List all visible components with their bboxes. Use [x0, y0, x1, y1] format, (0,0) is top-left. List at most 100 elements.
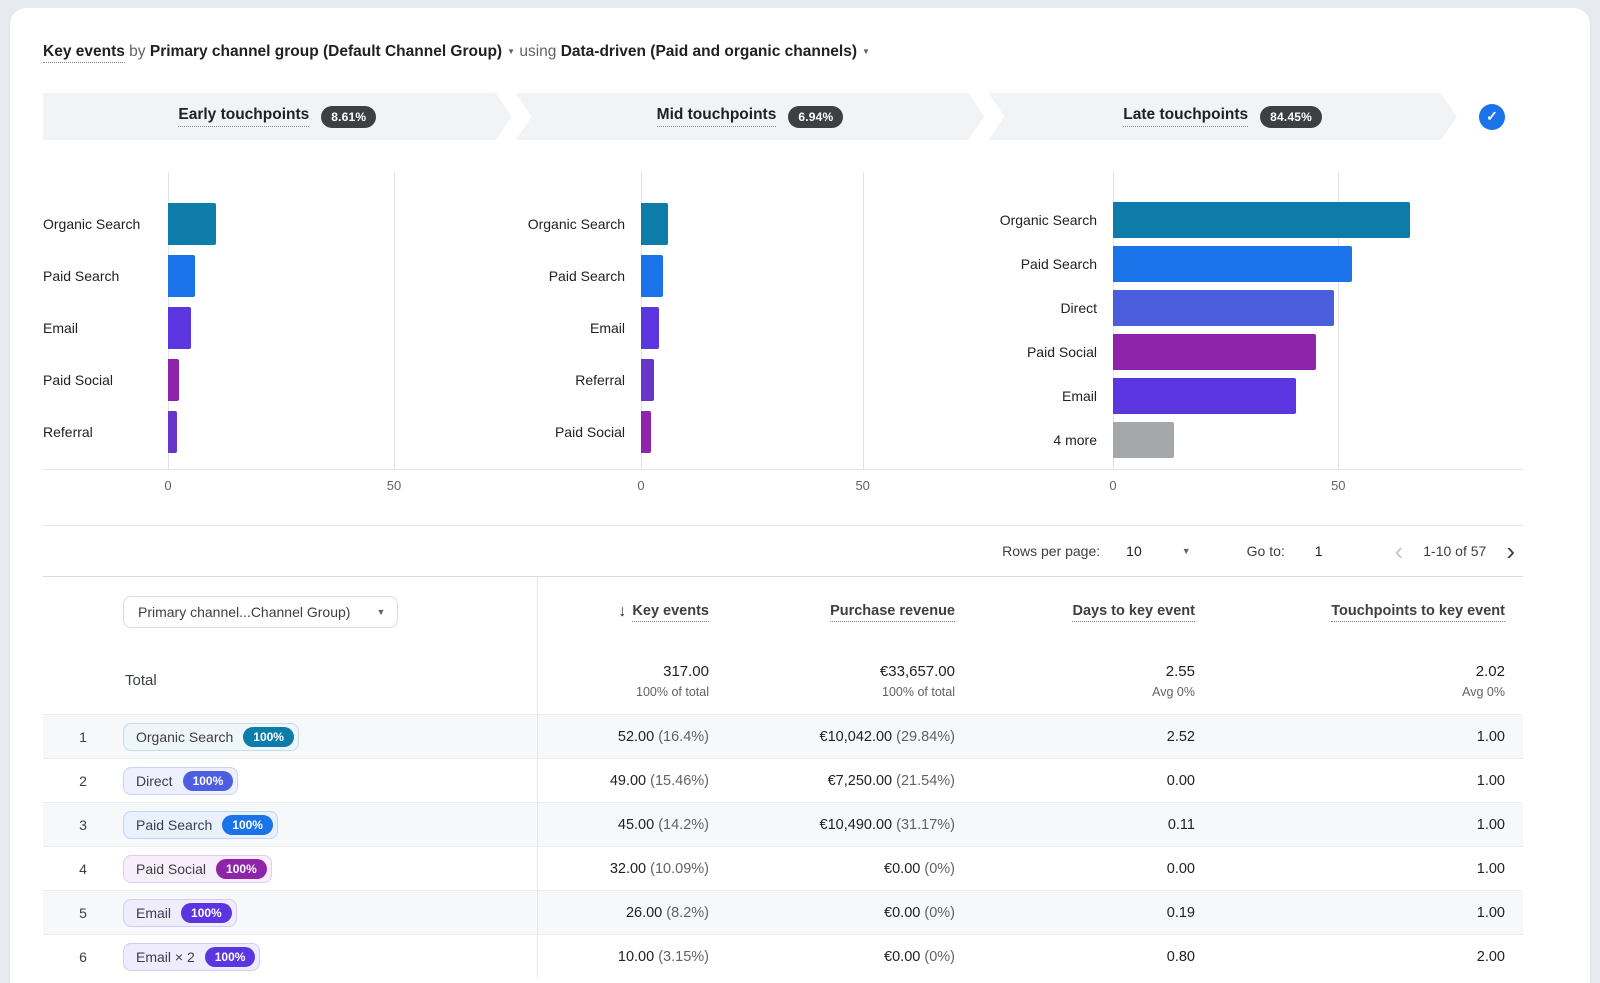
chart-row: Email	[43, 302, 498, 354]
chart-bar-track	[1113, 422, 1523, 458]
column-header-touchpoints-to-key-event[interactable]: Touchpoints to key event	[1331, 603, 1523, 622]
sort-descending-icon: ↓	[618, 603, 626, 621]
chart-bar[interactable]	[641, 255, 663, 297]
metric-cell: 32.00 (10.09%)	[610, 861, 713, 877]
chart-row: Referral	[498, 354, 978, 406]
table-row: 4Paid Social100%32.00 (10.09%)€0.00 (0%)…	[43, 846, 1523, 890]
chart-bar[interactable]	[641, 411, 651, 453]
chart-bar[interactable]	[1113, 378, 1296, 414]
title-using-text: using	[519, 43, 556, 60]
metric-cell: €10,490.00 (31.17%)	[820, 817, 959, 833]
chart-bar-track	[641, 203, 978, 245]
channel-badge: Paid Search100%	[123, 811, 278, 839]
channel-badge: Direct100%	[123, 767, 238, 795]
channel-name: Email	[136, 905, 171, 921]
table-body: 1Organic Search100%52.00 (16.4%)€10,042.…	[43, 714, 1523, 978]
column-header-purchase-revenue[interactable]: Purchase revenue	[830, 603, 959, 622]
table-row: 3 Paid Search100% 45.00 (14.2%) €10,490.00 …	[43, 802, 1523, 846]
channel-name: Paid Search	[136, 817, 212, 833]
column-header-days-to-key-event[interactable]: Days to key event	[1072, 603, 1199, 622]
channel-cell: Paid Search100%	[123, 811, 278, 839]
go-to-page-input[interactable]: 1	[1315, 543, 1323, 559]
row-index: 5	[79, 905, 87, 921]
arrow-drop-down-icon: ▼	[1182, 546, 1191, 556]
chart-bar[interactable]	[168, 359, 179, 401]
chart-bar[interactable]	[1113, 202, 1410, 238]
metric-cell: €10,042.00 (29.84%)	[820, 729, 959, 745]
arrow-drop-down-icon: ▼	[862, 42, 870, 61]
bar-chart-early-touchpoints: Organic SearchPaid SearchEmailPaid Socia…	[43, 172, 498, 498]
chart-bar[interactable]	[641, 359, 654, 401]
chart-bar[interactable]	[168, 255, 195, 297]
chart-category-label: Organic Search	[498, 216, 641, 232]
column-divider	[537, 577, 538, 978]
funnel-conversion-segment[interactable]: ✓	[1461, 93, 1523, 140]
chart-bar[interactable]	[1113, 334, 1316, 370]
channel-name: Email × 2	[136, 949, 195, 965]
chart-row: 4 more	[978, 418, 1523, 462]
chart-bar[interactable]	[1113, 246, 1352, 282]
axis-tick-50: 50	[1331, 478, 1345, 493]
chart-bar[interactable]	[1113, 422, 1174, 458]
arrow-drop-down-icon: ▼	[376, 607, 385, 617]
chart-bar[interactable]	[168, 307, 191, 349]
chart-plot-area: Organic SearchPaid SearchEmailReferralPa…	[498, 172, 978, 470]
charts-row: Organic SearchPaid SearchEmailPaid Socia…	[43, 172, 1523, 498]
metric-cell: 1.00	[1477, 729, 1523, 745]
chart-row: Paid Search	[978, 242, 1523, 286]
axis-tick-0: 0	[637, 478, 644, 493]
metric-cell: 0.19	[1167, 905, 1199, 921]
column-header-key-events[interactable]: ↓ Key events	[618, 603, 713, 622]
channel-cell: Email × 2100%	[123, 943, 260, 971]
chart-bar-track	[1113, 246, 1523, 282]
dimension-dropdown[interactable]: Primary channel...Channel Group) ▼	[123, 596, 398, 628]
arrow-drop-down-icon: ▼	[507, 42, 515, 61]
table-pagination-controls: Rows per page: 10 ▼ Go to: 1 ‹ 1-10 of 5…	[43, 526, 1523, 576]
metric-cell: 0.00	[1167, 861, 1199, 877]
chevron-left-icon[interactable]: ‹	[1387, 538, 1412, 564]
funnel-segment-mid[interactable]: Mid touchpoints 6.94%	[516, 93, 985, 140]
total-purchase-revenue: €33,657.00 100% of total	[880, 663, 959, 699]
percentage-badge: 8.61%	[321, 106, 376, 128]
metric-cell: 26.00 (8.2%)	[626, 905, 713, 921]
dimension-selector[interactable]: Primary channel group (Default Channel G…	[150, 43, 515, 60]
chart-bar[interactable]	[168, 203, 216, 245]
channel-name: Paid Social	[136, 861, 206, 877]
chart-row: Paid Search	[498, 250, 978, 302]
metric-selector[interactable]: Key events	[43, 43, 125, 63]
row-index: 3	[79, 817, 87, 833]
metric-cell: 1.00	[1477, 773, 1523, 789]
metric-cell: 45.00 (14.2%)	[618, 817, 713, 833]
metric-cell: 1.00	[1477, 817, 1523, 833]
funnel-segment-early[interactable]: Early touchpoints 8.61%	[43, 93, 512, 140]
axis-tick-0: 0	[164, 478, 171, 493]
chart-category-label: Paid Search	[978, 256, 1113, 272]
axis-tick-0: 0	[1109, 478, 1116, 493]
chart-category-label: 4 more	[978, 432, 1113, 448]
funnel-segment-late[interactable]: Late touchpoints 84.45%	[988, 93, 1457, 140]
chart-bar-track	[168, 359, 498, 401]
funnel-segment-label: Early touchpoints	[178, 106, 309, 127]
chart-bar[interactable]	[168, 411, 177, 453]
chart-bar-track	[1113, 334, 1523, 370]
chevron-right-icon[interactable]: ›	[1498, 538, 1523, 564]
table-row: 6Email × 2100%10.00 (3.15%)€0.00 (0%)0.8…	[43, 934, 1523, 978]
chart-x-axis: 050	[498, 470, 978, 498]
chart-category-label: Email	[498, 320, 641, 336]
metric-cell: 49.00 (15.46%)	[610, 773, 713, 789]
table-total-row: Total 317.00 100% of total €33,657.00 10…	[43, 647, 1523, 714]
rows-per-page-select[interactable]: 10 ▼	[1126, 543, 1191, 559]
chart-category-label: Paid Search	[498, 268, 641, 284]
chart-row: Email	[978, 374, 1523, 418]
chart-bar-track	[641, 359, 978, 401]
title-by-text: by	[129, 43, 145, 60]
chart-row: Organic Search	[43, 198, 498, 250]
attribution-model-selector[interactable]: Data-driven (Paid and organic channels)▼	[561, 43, 870, 60]
total-touchpoints-to-key-event: 2.02 Avg 0%	[1462, 663, 1523, 699]
chart-x-axis: 050	[43, 470, 498, 498]
row-index: 1	[79, 729, 87, 745]
chart-bar-track	[168, 255, 498, 297]
chart-bar[interactable]	[1113, 290, 1334, 326]
chart-bar[interactable]	[641, 203, 668, 245]
chart-bar[interactable]	[641, 307, 659, 349]
